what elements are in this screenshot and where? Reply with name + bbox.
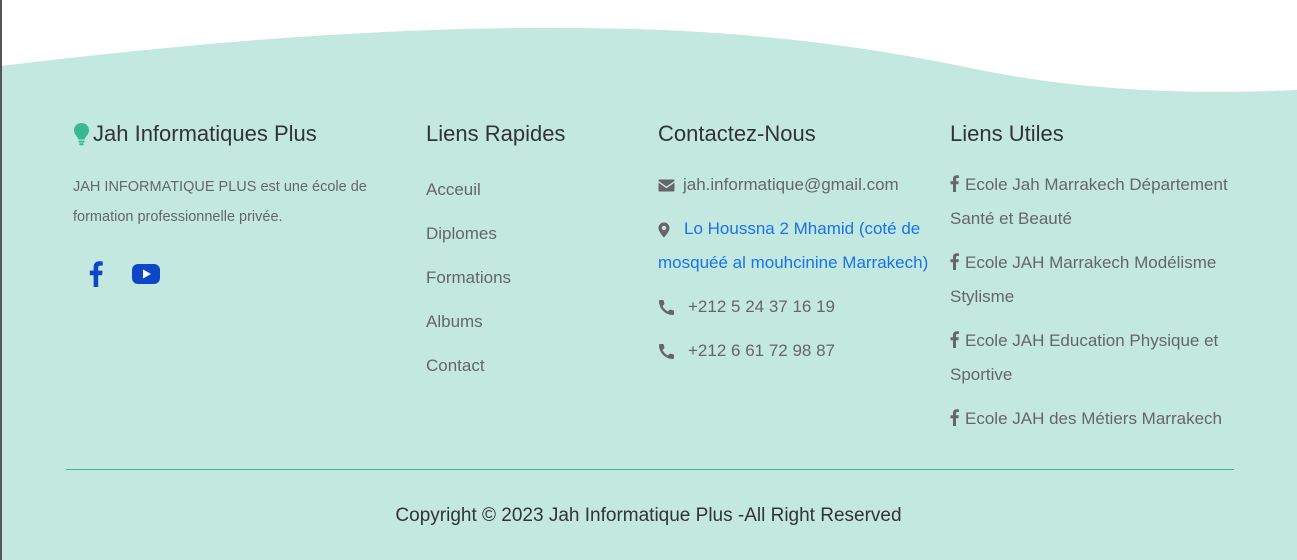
facebook-icon [950,253,959,270]
useful-link-education-physique[interactable]: Ecole JAH Education Physique et Sportive [950,324,1240,392]
contact-heading: Contactez-Nous [658,121,816,146]
contact-email-text: jah.informatique@gmail.com [683,175,899,194]
contact-column: Contactez-Nous jah.informatique@gmail.co… [658,118,943,368]
useful-links-list: Ecole Jah Marrakech Département Santé et… [950,168,1240,436]
phone-icon [659,344,674,360]
contact-address[interactable]: Lo Houssna 2 Mhamid (coté de mosquéé al … [658,212,943,280]
useful-link-modelisme[interactable]: Ecole JAH Marrakech Modélisme Stylisme [950,246,1240,314]
quick-link-diplomes[interactable]: Diplomes [426,212,626,256]
quick-link-formations[interactable]: Formations [426,256,626,300]
quick-link-albums[interactable]: Albums [426,300,626,344]
social-links [73,261,160,287]
useful-link-sante-beaute[interactable]: Ecole Jah Marrakech Département Santé et… [950,168,1240,236]
useful-link-metiers[interactable]: Ecole JAH des Métiers Marrakech [950,402,1240,436]
footer-divider [66,469,1234,470]
map-marker-icon [658,222,670,238]
contact-phone-1[interactable]: +212 5 24 37 16 19 [658,290,943,324]
lightbulb-icon [74,123,89,146]
copyright-text: Copyright © 2023 Jah Informatique Plus -… [395,505,902,526]
contact-items: jah.informatique@gmail.com Lo Houssna 2 … [658,168,943,368]
useful-links-column: Liens Utiles Ecole Jah Marrakech Départe… [950,118,1240,446]
contact-phone-2-text: +212 6 61 72 98 87 [688,341,835,360]
quick-links-column: Liens Rapides Acceuil Diplomes Formation… [426,118,626,388]
window-left-edge [0,0,2,560]
facebook-icon [950,331,959,348]
brand-heading: Jah Informatiques Plus [73,118,373,150]
facebook-icon[interactable] [89,261,103,287]
contact-email[interactable]: jah.informatique@gmail.com [658,168,943,202]
useful-link-text: Ecole JAH des Métiers Marrakech [965,409,1222,428]
brand-title: Jah Informatiques Plus [93,121,317,146]
quick-link-acceuil[interactable]: Acceuil [426,168,626,212]
contact-address-text: Lo Houssna 2 Mhamid (coté de mosquéé al … [658,219,929,272]
youtube-icon[interactable] [132,264,160,284]
quick-link-contact[interactable]: Contact [426,344,626,388]
useful-link-text: Ecole Jah Marrakech Département Santé et… [950,175,1228,228]
useful-link-text: Ecole JAH Education Physique et Sportive [950,331,1219,384]
contact-phone-2[interactable]: +212 6 61 72 98 87 [658,334,943,368]
useful-links-heading: Liens Utiles [950,121,1064,146]
brand-column: Jah Informatiques Plus JAH INFORMATIQUE … [73,118,373,287]
quick-links-heading: Liens Rapides [426,121,566,146]
facebook-icon [950,409,959,426]
phone-icon [659,300,674,316]
brand-description: JAH INFORMATIQUE PLUS est une école de f… [73,179,367,225]
contact-phone-1-text: +212 5 24 37 16 19 [688,297,835,316]
quick-links-list: Acceuil Diplomes Formations Albums Conta… [426,168,626,388]
facebook-icon [950,175,959,192]
useful-link-text: Ecole JAH Marrakech Modélisme Stylisme [950,253,1217,306]
site-footer: Jah Informatiques Plus JAH INFORMATIQUE … [0,0,1297,560]
envelope-icon [658,179,675,192]
